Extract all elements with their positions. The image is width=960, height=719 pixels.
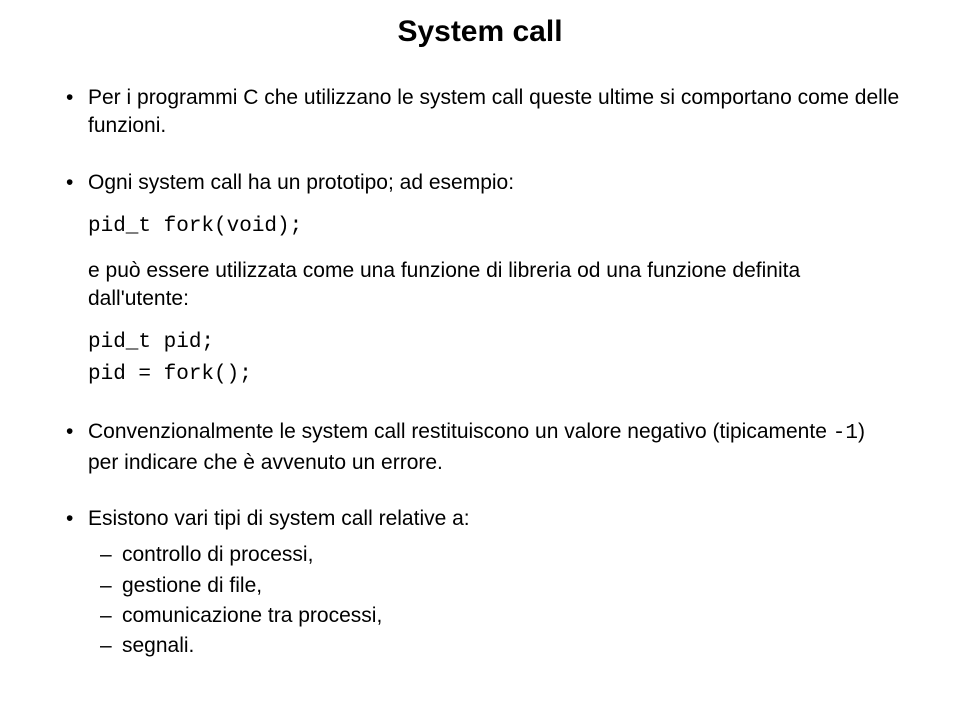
inline-code: -1 — [833, 422, 858, 445]
sub-item: controllo di processi, — [96, 541, 900, 569]
list-item: Esistono vari tipi di system call relati… — [60, 505, 900, 661]
sub-item-text: controllo di processi, — [122, 543, 313, 566]
sub-item: segnali. — [96, 632, 900, 660]
list-item: Per i programmi C che utilizzano le syst… — [60, 84, 900, 141]
list-item: Ogni system call ha un prototipo; ad ese… — [60, 169, 900, 391]
sub-item: gestione di file, — [96, 572, 900, 600]
document-page: System call Per i programmi C che utiliz… — [0, 0, 960, 719]
sub-list: controllo di processi, gestione di file,… — [96, 541, 900, 660]
bullet-list: Per i programmi C che utilizzano le syst… — [60, 84, 900, 661]
item-text: Convenzionalmente le system call restitu… — [88, 420, 833, 443]
sub-item: comunicazione tra processi, — [96, 602, 900, 630]
list-item: Convenzionalmente le system call restitu… — [60, 418, 900, 477]
item-text: Per i programmi C che utilizzano le syst… — [88, 86, 899, 137]
sub-item-text: comunicazione tra processi, — [122, 604, 382, 627]
item-text: Ogni system call ha un prototipo; ad ese… — [88, 171, 514, 194]
sub-item-text: segnali. — [122, 634, 194, 657]
sub-item-text: gestione di file, — [122, 574, 262, 597]
page-title: System call — [60, 15, 900, 49]
code-block: pid_t pid; pid = fork(); — [88, 327, 900, 390]
item-text: Esistono vari tipi di system call relati… — [88, 507, 470, 530]
item-text: e può essere utilizzata come una funzion… — [88, 259, 800, 310]
code-block: pid_t fork(void); — [88, 211, 900, 243]
